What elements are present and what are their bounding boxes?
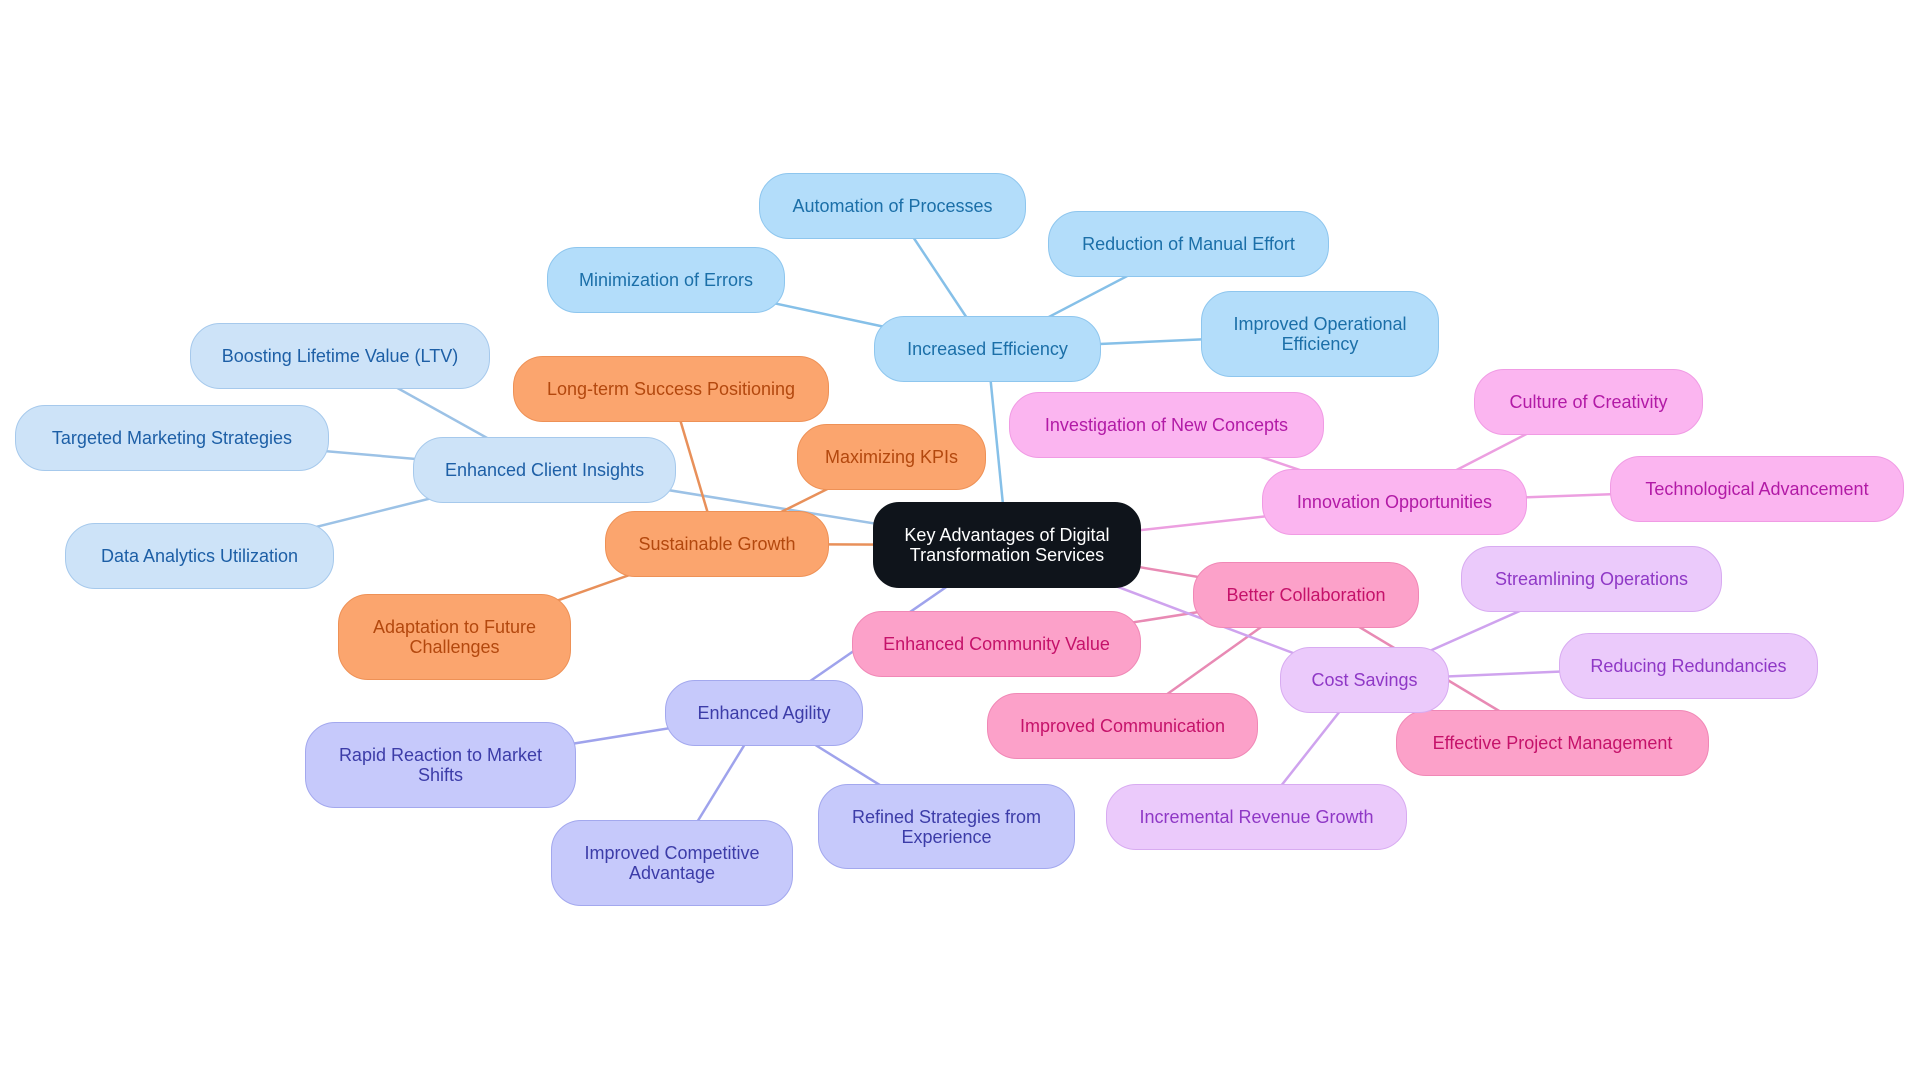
node-reduction-of-manual-effort[interactable]: Reduction of Manual Effort: [1048, 211, 1329, 277]
node-culture-of-creativity[interactable]: Culture of Creativity: [1474, 369, 1703, 435]
node-better-collaboration[interactable]: Better Collaboration: [1193, 562, 1419, 628]
node-investigation-of-new-concepts[interactable]: Investigation of New Concepts: [1009, 392, 1324, 458]
node-incremental-revenue-growth[interactable]: Incremental Revenue Growth: [1106, 784, 1407, 850]
node-innovation-opportunities[interactable]: Innovation Opportunities: [1262, 469, 1527, 535]
node-data-analytics-utilization[interactable]: Data Analytics Utilization: [65, 523, 334, 589]
node-refined-strategies-from-experience[interactable]: Refined Strategies from Experience: [818, 784, 1075, 869]
node-enhanced-client-insights[interactable]: Enhanced Client Insights: [413, 437, 676, 503]
node-automation-of-processes[interactable]: Automation of Processes: [759, 173, 1026, 239]
node-adaptation-to-future-challenges[interactable]: Adaptation to Future Challenges: [338, 594, 571, 680]
node-minimization-of-errors[interactable]: Minimization of Errors: [547, 247, 785, 313]
node-reducing-redundancies[interactable]: Reducing Redundancies: [1559, 633, 1818, 699]
node-cost-savings[interactable]: Cost Savings: [1280, 647, 1449, 713]
node-enhanced-community-value[interactable]: Enhanced Community Value: [852, 611, 1141, 677]
node-targeted-marketing-strategies[interactable]: Targeted Marketing Strategies: [15, 405, 329, 471]
root-node[interactable]: Key Advantages of Digital Transformation…: [873, 502, 1141, 588]
node-streamlining-operations[interactable]: Streamlining Operations: [1461, 546, 1722, 612]
node-maximizing-kpis[interactable]: Maximizing KPIs: [797, 424, 986, 490]
node-improved-competitive-advantage[interactable]: Improved Competitive Advantage: [551, 820, 793, 906]
node-technological-advancement[interactable]: Technological Advancement: [1610, 456, 1904, 522]
node-enhanced-agility[interactable]: Enhanced Agility: [665, 680, 863, 746]
node-boosting-lifetime-value[interactable]: Boosting Lifetime Value (LTV): [190, 323, 490, 389]
node-rapid-reaction-to-market-shifts[interactable]: Rapid Reaction to Market Shifts: [305, 722, 576, 808]
node-improved-communication[interactable]: Improved Communication: [987, 693, 1258, 759]
node-effective-project-management[interactable]: Effective Project Management: [1396, 710, 1709, 776]
node-increased-efficiency[interactable]: Increased Efficiency: [874, 316, 1101, 382]
node-improved-operational-efficiency[interactable]: Improved Operational Efficiency: [1201, 291, 1439, 377]
node-long-term-success-positioning[interactable]: Long-term Success Positioning: [513, 356, 829, 422]
node-sustainable-growth[interactable]: Sustainable Growth: [605, 511, 829, 577]
